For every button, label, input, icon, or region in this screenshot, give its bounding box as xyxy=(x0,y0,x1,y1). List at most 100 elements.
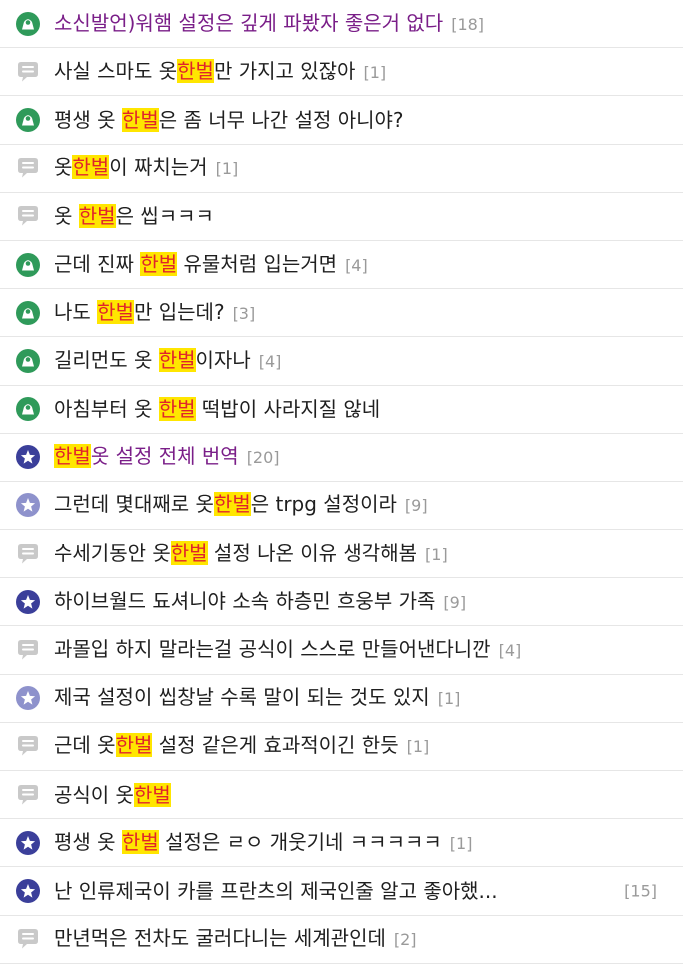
thread-title-link[interactable]: 나도 한벌만 입는데? [3] xyxy=(54,299,675,327)
title-text: 공식이 옷 xyxy=(54,782,134,807)
reply-count: [1] xyxy=(363,62,387,82)
thread-title-link[interactable]: 과몰입 하지 말라는걸 공식이 스스로 만들어낸다니깐 [4] xyxy=(54,636,675,664)
title-text: 옷 xyxy=(54,155,73,180)
title-text: 소신발언)워햄 설정은 깊게 파봤자 좋은거 없다 xyxy=(54,10,444,35)
thread-title-link[interactable]: 평생 옷 한벌 설정은 ㄹㅇ 개웃기네 ㅋㅋㅋㅋㅋ [1] xyxy=(54,829,675,857)
gray-bubble-icon xyxy=(15,637,41,663)
title-text: 평생 옷 xyxy=(54,829,122,854)
search-keyword-highlight: 한벌 xyxy=(97,299,134,324)
title-text: 수세기동안 옷 xyxy=(54,540,171,565)
green-person-icon xyxy=(15,348,41,374)
title-text: 은 씹ㅋㅋㅋ xyxy=(115,204,214,229)
thread-row[interactable]: 평생 옷 한벌은 좀 너무 나간 설정 아니야? xyxy=(0,96,683,145)
thread-title-link[interactable]: 옷 한벌은 씹ㅋㅋㅋ xyxy=(54,203,675,229)
thread-row[interactable]: 난 인류제국이 카를 프란츠의 제국인줄 알고 좋아했... [15] xyxy=(0,867,683,916)
thread-title-link[interactable]: 하이브월드 됴셔니야 소속 하층민 흐웅부 가족 [9] xyxy=(54,588,675,616)
thread-title-link[interactable]: 근데 옷한벌 설정 같은게 효과적이긴 한듯 [1] xyxy=(54,732,675,760)
title-text: 그런데 몇대째로 옷 xyxy=(54,492,214,517)
thread-row[interactable]: 하이브월드 됴셔니야 소속 하층민 흐웅부 가족 [9] xyxy=(0,578,683,627)
search-keyword-highlight: 한벌 xyxy=(121,107,159,132)
thread-row[interactable]: 한벌옷 설정 전체 번역 [20] xyxy=(0,434,683,482)
search-keyword-highlight: 한벌 xyxy=(54,444,91,469)
title-text: 근데 옷 xyxy=(54,733,116,758)
thread-title-link[interactable]: 옷한벌이 짜치는거 [1] xyxy=(54,154,675,182)
title-text: 이 짜치는거 xyxy=(109,155,208,180)
thread-title-link[interactable]: 그런데 몇대째로 옷한벌은 trpg 설정이라 [9] xyxy=(54,491,675,519)
reply-count: [1] xyxy=(437,689,461,709)
thread-row[interactable]: 그런데 몇대째로 옷한벌은 trpg 설정이라 [9] xyxy=(0,482,683,531)
reply-count: [1] xyxy=(215,159,239,179)
reply-count: [20] xyxy=(246,448,280,468)
gray-bubble-icon xyxy=(15,926,41,952)
thread-row[interactable]: 아침부터 옷 한벌 떡밥이 사라지질 않네 xyxy=(0,386,683,434)
title-text: 만 가지고 있잖아 xyxy=(213,58,356,83)
title-text: 만 입는데? xyxy=(133,299,225,324)
lavender-star-icon xyxy=(15,685,41,711)
thread-title-link[interactable]: 길리먼도 옷 한벌이자나 [4] xyxy=(54,347,675,375)
search-keyword-highlight: 한벌 xyxy=(121,829,159,854)
thread-row[interactable]: 제국 설정이 씹창날 수록 말이 되는 것도 있지 [1] xyxy=(0,675,683,723)
thread-row[interactable]: 옷 한벌은 씹ㅋㅋㅋ xyxy=(0,193,683,241)
reply-count: [18] xyxy=(451,14,485,34)
thread-title-link[interactable]: 소신발언)워햄 설정은 깊게 파봤자 좋은거 없다 [18] xyxy=(54,10,675,38)
reply-count: [3] xyxy=(232,303,256,323)
reply-count: [4] xyxy=(498,641,522,661)
search-keyword-highlight: 한벌 xyxy=(158,347,196,372)
thread-row[interactable]: 과몰입 하지 말라는걸 공식이 스스로 만들어낸다니깐 [4] xyxy=(0,626,683,675)
title-text: 설정은 ㄹㅇ 개웃기네 ㅋㅋㅋㅋㅋ xyxy=(158,829,442,854)
title-text: 하이브월드 됴셔니야 소속 하층민 흐웅부 가족 xyxy=(54,588,436,613)
thread-title-link[interactable]: 만년먹은 전차도 굴러다니는 세계관인데 [2] xyxy=(54,925,675,953)
green-person-icon xyxy=(15,396,41,422)
thread-row[interactable]: 근데 옷한벌 설정 같은게 효과적이긴 한듯 [1] xyxy=(0,723,683,771)
thread-title-link[interactable]: 한벌옷 설정 전체 번역 [20] xyxy=(54,443,675,471)
thread-title-link[interactable]: 아침부터 옷 한벌 떡밥이 사라지질 않네 xyxy=(54,396,675,422)
thread-row[interactable]: 길리먼도 옷 한벌이자나 [4] xyxy=(0,337,683,386)
reply-count: [1] xyxy=(449,833,473,853)
title-text: 과몰입 하지 말라는걸 공식이 스스로 만들어낸다니깐 xyxy=(54,637,491,662)
thread-row[interactable]: 소신발언)워햄 설정은 깊게 파봤자 좋은거 없다 [18] xyxy=(0,0,683,49)
title-text: 길리먼도 옷 xyxy=(54,347,159,372)
thread-row[interactable]: 근데 진짜 한벌 유물처럼 입는거면 [4] xyxy=(0,241,683,290)
thread-title-link[interactable]: 수세기동안 옷한벌 설정 나온 이유 생각해봄 [1] xyxy=(54,540,675,568)
search-keyword-highlight: 한벌 xyxy=(115,733,153,758)
title-text: 은 trpg 설정이라 xyxy=(250,492,397,517)
title-text: 나도 xyxy=(54,299,98,324)
gray-bubble-icon xyxy=(15,203,41,229)
title-text: 설정 같은게 효과적이긴 한듯 xyxy=(152,733,399,758)
thread-title-link[interactable]: 난 인류제국이 카를 프란츠의 제국인줄 알고 좋아했... xyxy=(54,878,603,904)
navy-star-icon xyxy=(15,589,41,615)
search-keyword-highlight: 한벌 xyxy=(133,782,171,807)
title-text: 평생 옷 xyxy=(54,107,122,132)
thread-row[interactable]: 사실 스마도 옷한벌만 가지고 있잖아 [1] xyxy=(0,48,683,97)
reply-count: [4] xyxy=(258,351,282,371)
search-keyword-highlight: 한벌 xyxy=(170,540,208,565)
title-text: 아침부터 옷 xyxy=(54,397,159,422)
search-keyword-highlight: 한벌 xyxy=(177,58,214,83)
gray-bubble-icon xyxy=(15,733,41,759)
thread-list: 소신발언)워햄 설정은 깊게 파봤자 좋은거 없다 [18] 사실 스마도 옷한벌만… xyxy=(0,0,683,964)
navy-star-icon xyxy=(15,830,41,856)
title-text: 근데 진짜 xyxy=(54,251,141,276)
lavender-star-icon xyxy=(15,492,41,518)
title-text: 난 인류제국이 카를 프란츠의 제국인줄 알고 좋아했... xyxy=(54,878,498,903)
search-keyword-highlight: 한벌 xyxy=(213,492,251,517)
title-text: 옷 설정 전체 번역 xyxy=(90,444,239,469)
thread-title-link[interactable]: 제국 설정이 씹창날 수록 말이 되는 것도 있지 [1] xyxy=(54,684,675,712)
title-text: 설정 나온 이유 생각해봄 xyxy=(207,540,418,565)
gray-bubble-icon xyxy=(15,782,41,808)
thread-row[interactable]: 수세기동안 옷한벌 설정 나온 이유 생각해봄 [1] xyxy=(0,530,683,579)
thread-row[interactable]: 나도 한벌만 입는데? [3] xyxy=(0,289,683,338)
title-text: 유물처럼 입는거면 xyxy=(177,251,338,276)
navy-star-icon xyxy=(15,444,41,470)
reply-count: [9] xyxy=(404,496,428,516)
thread-title-link[interactable]: 공식이 옷한벌 xyxy=(54,782,675,808)
thread-title-link[interactable]: 사실 스마도 옷한벌만 가지고 있잖아 [1] xyxy=(54,58,675,86)
thread-title-link[interactable]: 평생 옷 한벌은 좀 너무 나간 설정 아니야? xyxy=(54,107,675,133)
thread-row[interactable]: 평생 옷 한벌 설정은 ㄹㅇ 개웃기네 ㅋㅋㅋㅋㅋ [1] xyxy=(0,819,683,868)
search-keyword-highlight: 한벌 xyxy=(158,397,196,422)
reply-count: [1] xyxy=(425,544,448,564)
reply-count: [9] xyxy=(443,592,467,612)
thread-row[interactable]: 옷한벌이 짜치는거 [1] xyxy=(0,145,683,193)
thread-title-link[interactable]: 근데 진짜 한벌 유물처럼 입는거면 [4] xyxy=(54,251,675,279)
thread-row[interactable]: 공식이 옷한벌 xyxy=(0,771,683,820)
